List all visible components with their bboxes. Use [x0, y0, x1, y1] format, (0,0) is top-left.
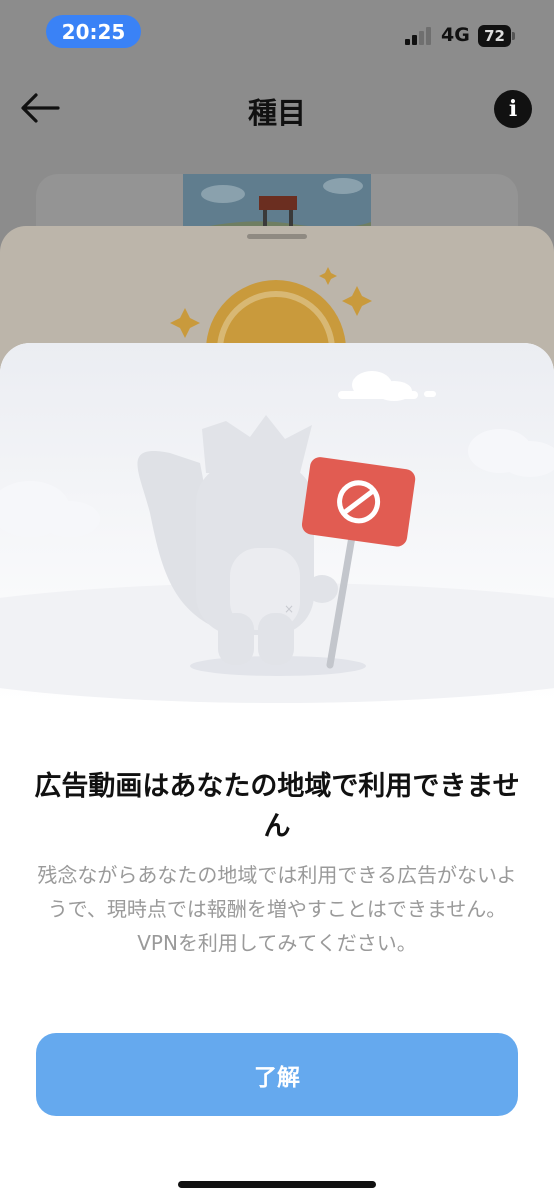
info-circle-icon: i — [508, 96, 518, 122]
svg-text:×: × — [284, 602, 294, 616]
cellular-signal-icon — [405, 27, 435, 45]
coin-icon — [170, 267, 372, 346]
fox-with-sign-illustration: × — [0, 343, 554, 703]
ok-button[interactable]: 了解 — [36, 1033, 518, 1116]
home-indicator — [178, 1181, 376, 1188]
region-unavailable-sheet: × 広告動画はあなたの地域で利用できません 残念ながらあなたの地域では利用できる… — [0, 343, 554, 1200]
battery-level: 72 — [478, 25, 511, 47]
dialog-title: 広告動画はあなたの地域で利用できません — [34, 771, 520, 842]
status-bar: 20:25 4G 72 — [0, 0, 554, 66]
status-time: 20:25 — [46, 15, 141, 48]
dialog-message: 残念ながらあなたの地域では利用できる広告がないようで、現時点では報酬を増やすこと… — [37, 863, 517, 955]
nav-bar: 種目 i — [0, 76, 554, 140]
page-title: 種目 — [247, 96, 306, 130]
battery-icon: 72 — [478, 25, 516, 47]
info-button[interactable]: i — [494, 90, 532, 128]
network-type: 4G — [441, 24, 470, 46]
